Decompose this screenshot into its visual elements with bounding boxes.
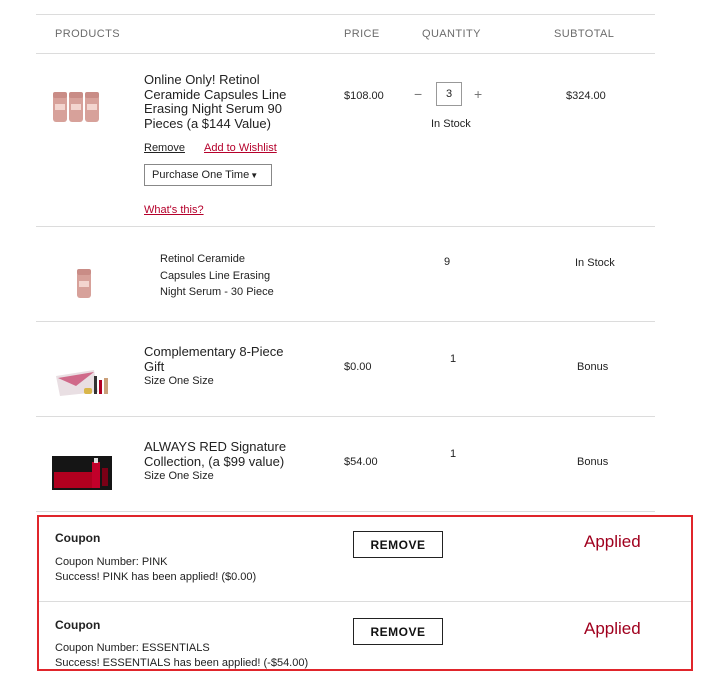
- remove-item-link[interactable]: Remove: [144, 142, 185, 154]
- caret-down-icon: ▼: [250, 170, 259, 180]
- coupon-title-1: Coupon: [55, 531, 101, 545]
- price-gift-set: $0.00: [344, 361, 372, 373]
- row-divider-4: [36, 511, 655, 512]
- gift-box-icon: [52, 456, 112, 490]
- product-name-retinol-90[interactable]: Online Only! Retinol Ceramide Capsules L…: [144, 72, 334, 131]
- coupon-message-2: Success! ESSENTIALS has been applied! (-…: [55, 657, 309, 669]
- subtotal-retinol-90: $324.00: [566, 90, 606, 102]
- product-name-always-red[interactable]: ALWAYS RED Signature Collection, (a $99 …: [144, 439, 334, 469]
- header-price: PRICE: [344, 28, 380, 40]
- coupon-status-1: Applied: [584, 532, 641, 551]
- gift-pouch-icon: [56, 370, 108, 396]
- coupon-number-1: Coupon Number: PINK: [55, 556, 168, 568]
- product-name-gift-set[interactable]: Complementary 8-Piece Gift: [144, 344, 334, 374]
- capsule-jar-icon: [53, 92, 67, 122]
- stock-retinol-30: In Stock: [575, 257, 615, 269]
- header-products: PRODUCTS: [55, 28, 120, 40]
- product-image-retinol-30[interactable]: [74, 266, 94, 300]
- size-gift-set: Size One Size: [144, 375, 214, 387]
- purchase-option-value: Purchase One Time: [152, 169, 250, 181]
- header-quantity: QUANTITY: [422, 28, 481, 40]
- product-image-always-red[interactable]: [52, 452, 114, 492]
- header-subtotal: SUBTOTAL: [554, 28, 615, 40]
- subtotal-always-red: Bonus: [577, 456, 609, 468]
- coupon-divider: [39, 601, 691, 602]
- quantity-retinol-30: 9: [444, 256, 451, 268]
- quantity-input[interactable]: 3: [436, 82, 462, 106]
- product-name-retinol-30[interactable]: Retinol Ceramide Capsules Line Erasing N…: [160, 251, 274, 301]
- price-always-red: $54.00: [344, 456, 378, 468]
- coupon-message-1: Success! PINK has been applied! ($0.00): [55, 571, 257, 583]
- whats-this-link[interactable]: What's this?: [144, 204, 204, 216]
- stock-status: In Stock: [431, 118, 471, 130]
- quantity-always-red: 1: [450, 448, 457, 460]
- price-retinol-90: $108.00: [344, 90, 384, 102]
- product-image-retinol-90[interactable]: [52, 86, 102, 126]
- row-divider-2: [36, 321, 655, 322]
- subtotal-gift-set: Bonus: [577, 361, 609, 373]
- capsule-jar-icon: [77, 269, 91, 298]
- remove-coupon-button[interactable]: REMOVE: [353, 618, 443, 645]
- top-divider: [36, 14, 655, 15]
- row-divider-1: [36, 226, 655, 227]
- size-always-red: Size One Size: [144, 470, 214, 482]
- quantity-decrease-button[interactable]: −: [414, 86, 422, 102]
- header-divider: [36, 53, 655, 54]
- row-divider-3: [36, 416, 655, 417]
- coupon-number-2: Coupon Number: ESSENTIALS: [55, 642, 210, 654]
- add-to-wishlist-link[interactable]: Add to Wishlist: [204, 142, 277, 154]
- coupon-title-2: Coupon: [55, 618, 101, 632]
- product-image-gift-set[interactable]: [54, 366, 112, 398]
- remove-coupon-button[interactable]: REMOVE: [353, 531, 443, 558]
- purchase-option-select[interactable]: Purchase One Time ▼: [144, 164, 272, 186]
- quantity-gift-set: 1: [450, 353, 457, 365]
- quantity-increase-button[interactable]: +: [474, 86, 482, 102]
- coupon-status-2: Applied: [584, 619, 641, 638]
